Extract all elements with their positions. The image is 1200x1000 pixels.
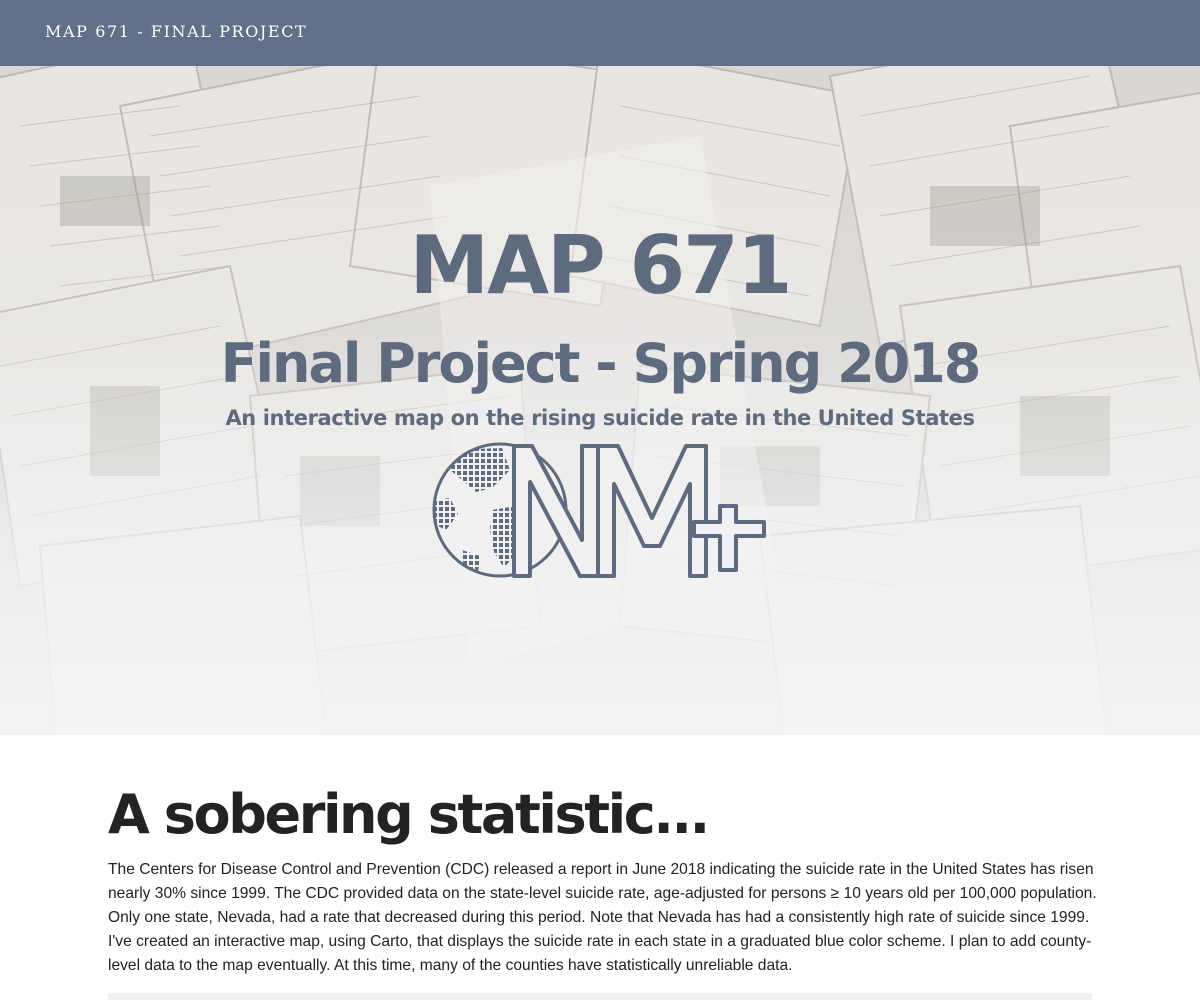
hero-section: MAP 671 Final Project - Spring 2018 An i… [0, 66, 1200, 735]
section-heading: A sobering statistic... [108, 783, 710, 846]
nav-brand-link[interactable]: MAP 671 - FINAL PROJECT [45, 22, 307, 41]
section-body-paragraph: The Centers for Disease Control and Prev… [108, 861, 1097, 974]
nm-plus-globe-logo-icon [432, 442, 766, 578]
navbar: MAP 671 - FINAL PROJECT [0, 0, 1200, 66]
hero-tagline: An interactive map on the rising suicide… [225, 406, 975, 430]
next-content-block [108, 993, 1092, 1000]
hero-subtitle: Final Project - Spring 2018 [220, 332, 982, 395]
hero-title: MAP 671 [409, 219, 793, 312]
hero-overlay [0, 66, 1200, 735]
